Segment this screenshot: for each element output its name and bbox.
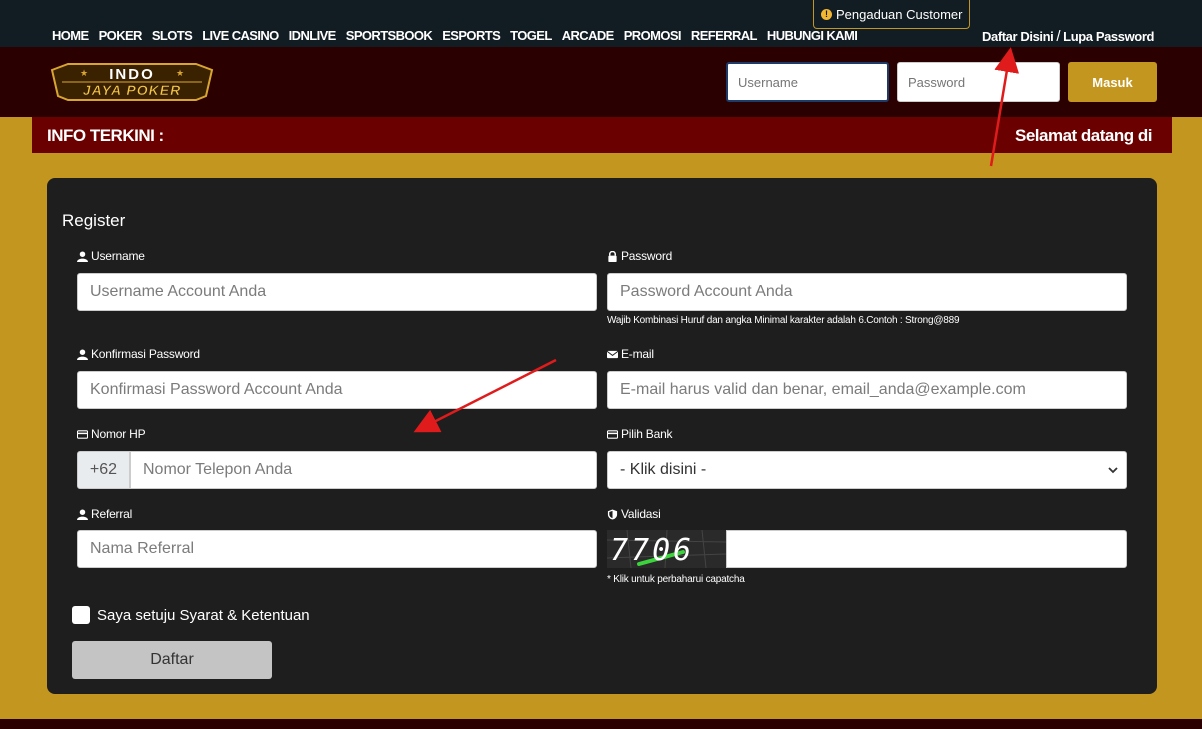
captcha-image[interactable]: 7706 [607, 530, 726, 568]
main-nav: HOME POKER SLOTS LIVE CASINO IDNLIVE SPORTSBO… [52, 28, 867, 43]
nav-item-sportsbook[interactable]: SPORTSBOOK [346, 28, 433, 43]
user-icon [77, 348, 88, 360]
ticker-text: Selamat datang di [1015, 126, 1152, 145]
nav-item-togel[interactable]: TOGEL [510, 28, 552, 43]
user-icon [77, 250, 88, 262]
news-ticker: Selamat datang di [992, 117, 1157, 153]
card-icon [607, 429, 618, 439]
logo-line2: JAYA POKER [83, 82, 181, 98]
logo-line1: INDO [109, 66, 155, 83]
phone-prefix: +62 [77, 451, 130, 489]
shield-icon [607, 508, 618, 520]
referral-label: Referral [77, 507, 132, 521]
username-input[interactable] [77, 273, 597, 311]
terms-label: Saya setuju Syarat & Ketentuan [97, 607, 310, 624]
password-label: Password [607, 249, 672, 263]
terms-checkbox[interactable] [72, 606, 90, 624]
validation-label-text: Validasi [621, 507, 661, 521]
register-title: Register [62, 211, 126, 230]
chevron-down-icon [1108, 467, 1118, 474]
nav-item-hubungi-kami[interactable]: HUBUNGI KAMI [767, 28, 858, 43]
complaint-button[interactable]: ! Pengaduan Customer [813, 0, 971, 29]
password-hint: Wajib Kombinasi Huruf dan angka Minimal … [607, 315, 960, 326]
nav-item-idnlive[interactable]: IDNLIVE [289, 28, 337, 43]
nav-item-live-casino[interactable]: LIVE CASINO [202, 28, 279, 43]
email-label: E-mail [607, 347, 654, 361]
bank-select[interactable]: - Klik disini - [607, 451, 1127, 489]
register-link[interactable]: Daftar Disini [982, 29, 1054, 44]
bank-label: Pilih Bank [607, 427, 673, 441]
lock-icon [608, 250, 617, 262]
auth-separator: / [1056, 28, 1061, 45]
site-header: ★ ★ INDO JAYA POKER Masuk [0, 47, 1202, 117]
envelope-icon [607, 350, 618, 358]
captcha-hint: * Klik untuk perbaharui capatcha [607, 574, 745, 585]
confirm-password-input[interactable] [77, 371, 597, 409]
phone-label: Nomor HP [77, 427, 146, 441]
referral-input[interactable] [77, 530, 597, 568]
site-logo[interactable]: ★ ★ INDO JAYA POKER [48, 60, 216, 104]
confirm-password-label-text: Konfirmasi Password [91, 347, 200, 361]
svg-text:★: ★ [176, 68, 184, 78]
login-button[interactable]: Masuk [1068, 62, 1157, 102]
captcha-input[interactable] [726, 530, 1127, 568]
referral-label-text: Referral [91, 507, 133, 521]
validation-label: Validasi [607, 507, 661, 521]
login-username-input[interactable] [726, 62, 889, 102]
email-label-text: E-mail [621, 347, 654, 361]
password-label-text: Password [621, 249, 673, 263]
forgot-password-link[interactable]: Lupa Password [1063, 29, 1154, 44]
bank-selected-value: - Klik disini - [620, 461, 707, 478]
card-icon [77, 429, 88, 439]
info-label: INFO TERKINI : [47, 126, 164, 145]
info-strip: INFO TERKINI : Selamat datang di [32, 117, 1172, 153]
username-label-text: Username [91, 249, 145, 263]
captcha-text: 7706 [610, 533, 695, 568]
confirm-password-label: Konfirmasi Password [77, 347, 200, 361]
nav-item-slots[interactable]: SLOTS [152, 28, 193, 43]
complaint-label: Pengaduan Customer [836, 6, 963, 22]
register-submit-button[interactable]: Daftar [72, 641, 272, 679]
nav-item-referral[interactable]: REFERRAL [691, 28, 758, 43]
phone-label-text: Nomor HP [91, 427, 146, 441]
nav-item-poker[interactable]: POKER [99, 28, 143, 43]
register-panel: Register Username Password Wajib Kombina… [47, 178, 1157, 694]
svg-text:★: ★ [80, 68, 88, 78]
email-input[interactable] [607, 371, 1127, 409]
auth-links: Daftar Disini / Lupa Password [982, 28, 1154, 45]
password-input[interactable] [607, 273, 1127, 311]
nav-item-promosi[interactable]: PROMOSI [624, 28, 682, 43]
login-password-input[interactable] [897, 62, 1060, 102]
nav-item-esports[interactable]: ESPORTS [442, 28, 501, 43]
user-icon [77, 508, 88, 520]
warning-icon: ! [821, 8, 832, 20]
bank-label-text: Pilih Bank [621, 427, 673, 441]
phone-input[interactable] [130, 451, 597, 489]
nav-item-home[interactable]: HOME [52, 28, 89, 43]
footer-strip [0, 719, 1202, 729]
nav-item-arcade[interactable]: ARCADE [562, 28, 615, 43]
username-label: Username [77, 249, 145, 263]
